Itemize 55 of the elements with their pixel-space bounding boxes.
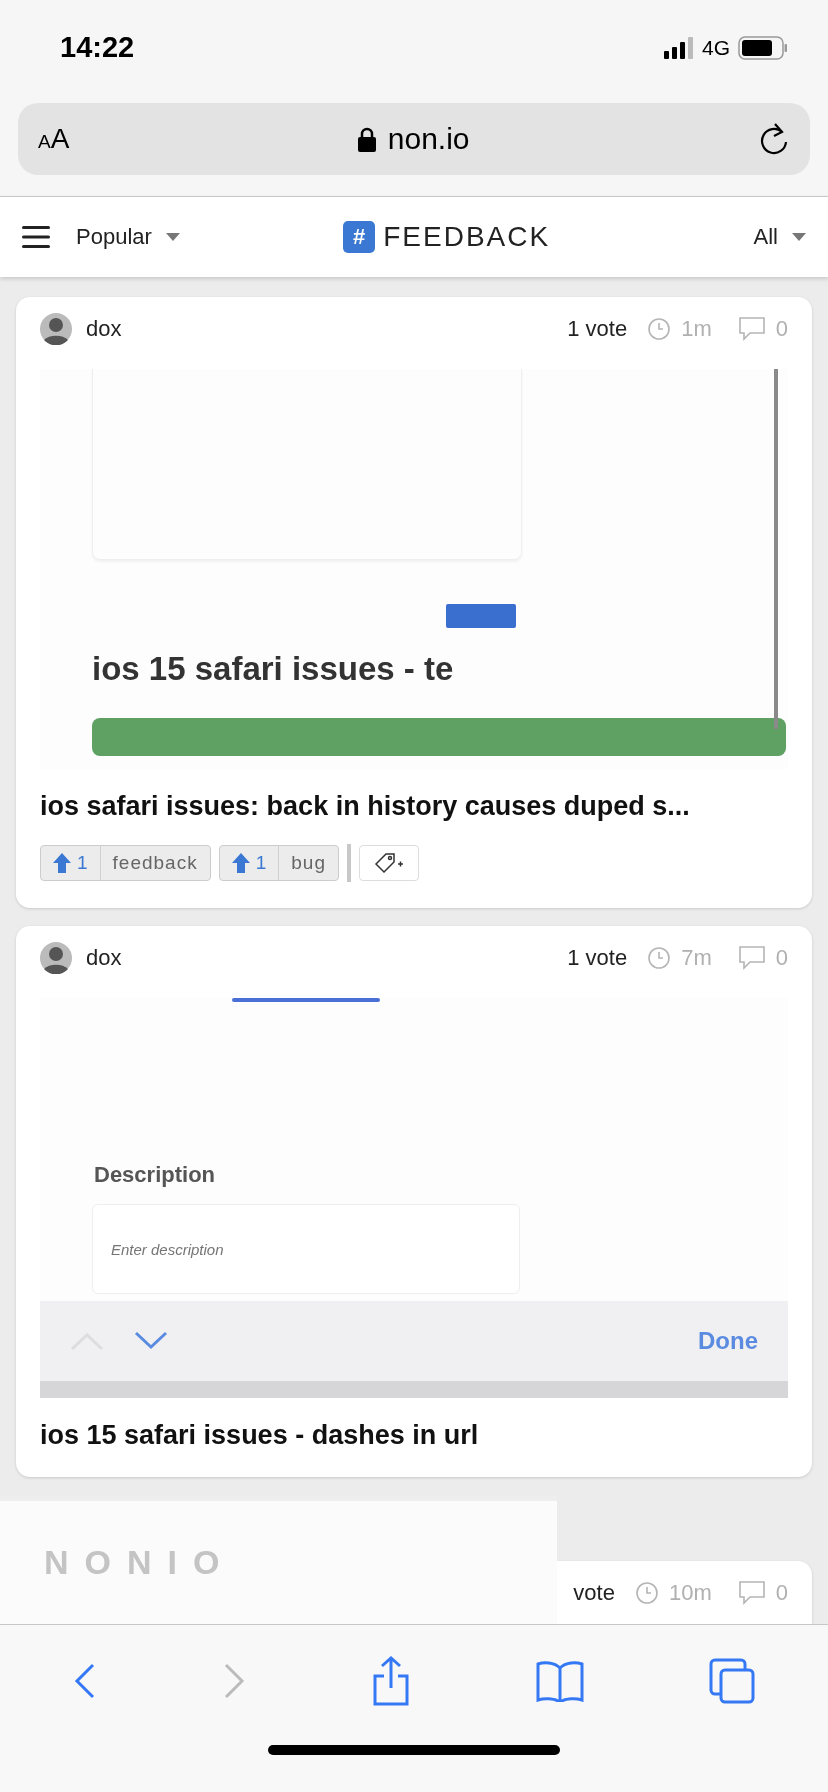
vote-count: vote: [573, 1580, 615, 1606]
comment-count: 0: [775, 945, 788, 971]
avatar-icon: [40, 942, 72, 974]
filter-dropdown[interactable]: All: [753, 224, 806, 250]
signal-icon: [664, 36, 694, 59]
text-size-button[interactable]: AA: [38, 123, 70, 155]
post-time: 1m: [681, 316, 712, 342]
url-text: non.io: [387, 122, 470, 156]
screenshot-button: [446, 604, 516, 628]
status-time: 14:22: [60, 31, 135, 64]
clock-icon: [647, 946, 672, 970]
description-field: Enter description: [92, 1204, 520, 1294]
avatar-icon: [40, 313, 72, 345]
bookmarks-button[interactable]: [536, 1660, 585, 1702]
address-bar[interactable]: AA non.io: [18, 103, 810, 175]
vote-count: 1 vote: [567, 316, 628, 342]
tag-title: FEEDBACK: [383, 221, 551, 253]
comment-icon: [737, 1580, 766, 1606]
caret-icon: [165, 233, 180, 241]
chevron-down-icon: [134, 1331, 168, 1351]
post-time: 10m: [668, 1580, 712, 1606]
post-card[interactable]: dox 1 vote 1m 0 ios 15 safari issues - te ios safari issues: back in history causes duped s... 1 feedback 1 bug: [16, 297, 812, 908]
post-title[interactable]: ios 15 safari issues - dashes in url: [40, 1420, 788, 1451]
lock-icon: [357, 126, 376, 152]
comment-icon: [737, 945, 766, 971]
tag-chip[interactable]: 1 bug: [218, 845, 339, 881]
screenshot-heading: ios 15 safari issues - te: [92, 650, 455, 688]
upvote-icon: [53, 853, 71, 873]
sort-dropdown[interactable]: Popular: [76, 224, 180, 250]
caret-icon: [792, 233, 806, 241]
author-name[interactable]: dox: [86, 316, 554, 342]
reload-icon[interactable]: [758, 122, 790, 156]
tag-symbol: #: [343, 221, 376, 253]
post-card[interactable]: dox 1 vote 7m 0 Description Enter description Done ios 15 safari issues - dashes in url: [16, 926, 812, 1477]
battery-icon: [738, 35, 788, 60]
clock-icon: [634, 1581, 659, 1605]
comment-count: 0: [775, 1580, 788, 1606]
back-button[interactable]: [72, 1661, 97, 1701]
clock-icon: [647, 317, 672, 341]
screenshot-label: Description: [94, 1162, 217, 1188]
post-time: 7m: [681, 945, 712, 971]
add-tag-button[interactable]: [359, 845, 419, 881]
tag-chip[interactable]: 1 feedback: [40, 845, 211, 881]
upvote-icon: [231, 853, 250, 873]
post-card[interactable]: vote 10m 0: [557, 1561, 812, 1624]
vote-count: 1 vote: [567, 945, 628, 971]
comment-count: 0: [775, 316, 788, 342]
tag-add-icon: [374, 852, 404, 874]
post-title[interactable]: ios safari issues: back in history causes duped s...: [40, 791, 788, 822]
network-label: 4G: [702, 35, 730, 60]
author-name[interactable]: dox: [86, 945, 554, 971]
comment-icon: [737, 316, 766, 342]
tabs-button[interactable]: [709, 1658, 756, 1704]
menu-icon[interactable]: [22, 226, 50, 248]
done-label: Done: [698, 1327, 758, 1355]
